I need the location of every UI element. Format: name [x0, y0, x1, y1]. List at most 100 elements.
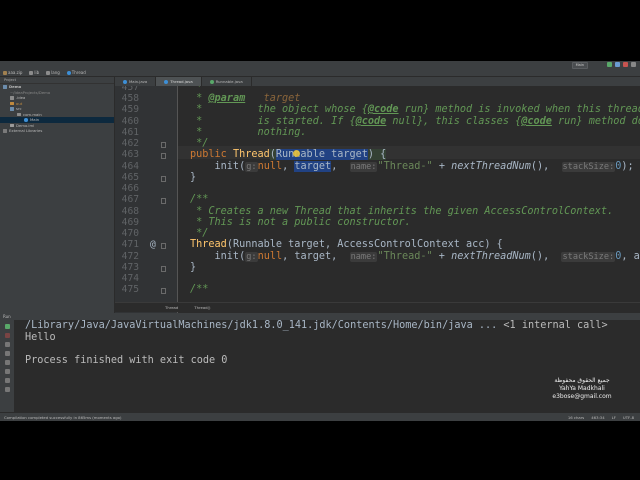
parameter-hint: stackSize: [561, 252, 616, 262]
console-text[interactable]: <1 internal call> [503, 320, 607, 331]
line-number: 462 [121, 138, 139, 149]
code-line: * the object whose {@code run} method is… [190, 104, 640, 115]
breadcrumb-class[interactable]: Thread [165, 305, 178, 310]
line-number: 460 [121, 116, 139, 127]
project-panel-header[interactable]: Project [0, 77, 114, 84]
line-number: 464 [121, 161, 139, 172]
nav-crumb-thread[interactable]: Thread [66, 70, 86, 75]
nav-crumb-label: aaa.zip [8, 70, 23, 75]
archive-icon [3, 70, 7, 75]
code-token: Thread [232, 149, 270, 160]
code-line: public Thread(Runnable target) { [190, 149, 387, 160]
navigation-bar: aaa.zip lib lang Thread [0, 69, 640, 77]
line-number: 469 [121, 217, 139, 228]
run-icon[interactable] [607, 62, 612, 67]
code-token: "Thread-" [377, 161, 433, 172]
breadcrumb-method[interactable]: Thread() [194, 305, 210, 310]
debug-icon[interactable] [615, 62, 620, 67]
toolbar: Main [0, 61, 640, 69]
class-icon [66, 70, 71, 75]
fold-marker-icon[interactable] [161, 176, 166, 182]
tree-label: Demo.iml [16, 122, 35, 128]
code-token: @code [355, 116, 387, 127]
line-number: 466 [121, 183, 139, 194]
fold-marker-icon[interactable] [161, 198, 166, 204]
nav-crumb-archive[interactable]: aaa.zip [3, 70, 22, 75]
code-line: init(g:null, target, name:"Thread-" + ne… [190, 161, 634, 172]
tree-label: .idea [16, 95, 26, 101]
code-token: @code [521, 116, 552, 127]
tab-label: Runnable.java [215, 79, 243, 84]
nav-crumb-label: lang [51, 70, 60, 75]
line-number: 473 [121, 262, 139, 273]
code-token: @param [208, 93, 246, 104]
scroll-up-icon[interactable] [4, 342, 10, 347]
line-number: 465 [121, 172, 139, 183]
code-line: /** [190, 194, 209, 205]
override-marker-icon[interactable]: @ [150, 239, 156, 250]
run-panel-title[interactable]: Run [3, 314, 11, 319]
line-number: 461 [121, 127, 139, 138]
rerun-icon[interactable] [4, 324, 10, 329]
code-token: @code [367, 104, 399, 115]
code-line: * nothing. [190, 127, 307, 138]
watermark-name: YahYa Madkhali [559, 385, 605, 392]
status-position[interactable]: 463:34 [591, 415, 604, 420]
code-token: nextThreadNum [451, 251, 531, 262]
fold-marker-icon[interactable] [161, 243, 166, 249]
toolbar-icons [607, 62, 636, 67]
tab-main-java[interactable]: Main.java [115, 77, 157, 86]
code-line: init(g:null, target, name:"Thread-" + ne… [190, 251, 640, 262]
line-number: 457 [121, 86, 139, 93]
line-number: 458 [121, 93, 139, 104]
tree-label: src [16, 106, 22, 112]
tab-runnable-java[interactable]: Runnable.java [202, 77, 252, 86]
code-line: */ [190, 138, 209, 149]
code-token: + [432, 251, 452, 262]
code-line: * This is not a public constructor. [190, 217, 411, 228]
code-token: null}, this classes { [386, 116, 522, 127]
watermark-email: e3bose@gmail.com [552, 393, 612, 400]
fold-marker-icon[interactable] [161, 142, 166, 148]
tab-thread-java[interactable]: Thread.java [156, 77, 202, 86]
pin-icon[interactable] [4, 387, 10, 392]
code-token: ) { [367, 149, 387, 160]
code-token: , target, [282, 251, 350, 262]
status-line-separator[interactable]: LF [612, 415, 616, 420]
nav-crumb-label: Thread [71, 70, 86, 75]
line-number: 474 [121, 273, 139, 284]
fold-marker-icon[interactable] [161, 288, 166, 294]
scroll-down-icon[interactable] [4, 351, 10, 356]
stop-icon[interactable] [4, 333, 10, 338]
code-token: * the object whose { [190, 104, 368, 115]
nav-crumb-label: lib [34, 70, 40, 75]
code-editor[interactable]: 457 458 459 460 461 462 463 464 465 466 … [115, 86, 640, 313]
nav-crumb-lib[interactable]: lib [29, 70, 39, 75]
folder-icon [10, 96, 14, 100]
code-line: /** [190, 284, 209, 295]
fold-marker-icon[interactable] [161, 153, 166, 159]
code-line: * [190, 86, 203, 93]
print-icon[interactable] [4, 369, 10, 374]
tree-label: com.main [23, 111, 42, 117]
status-encoding[interactable]: UTF-8 [623, 415, 634, 420]
line-number: 471 [121, 239, 139, 250]
fold-marker-icon[interactable] [161, 266, 166, 272]
status-selection: 16 chars [567, 415, 585, 420]
nav-crumb-lang[interactable]: lang [46, 70, 60, 75]
run-config-select[interactable]: Main [571, 62, 588, 69]
code-token: * is started. If { [190, 116, 356, 127]
folder-icon [10, 107, 14, 111]
tree-item-external-libraries[interactable]: External Libraries [0, 128, 114, 134]
parameter-hint: name: [349, 252, 378, 262]
soft-wrap-icon[interactable] [4, 360, 10, 365]
search-icon[interactable] [631, 62, 636, 67]
line-number: 475 [121, 284, 139, 295]
status-indicators: 16 chars 463:34 LF UTF-8 [568, 413, 634, 421]
stop-icon[interactable] [623, 62, 628, 67]
tree-label: ~/IdeaProjects/Demo [10, 89, 51, 95]
line-number: 463 [121, 149, 139, 160]
code-token: ); [621, 161, 634, 172]
code-token: , acc, [621, 251, 640, 262]
clear-icon[interactable] [4, 378, 10, 383]
